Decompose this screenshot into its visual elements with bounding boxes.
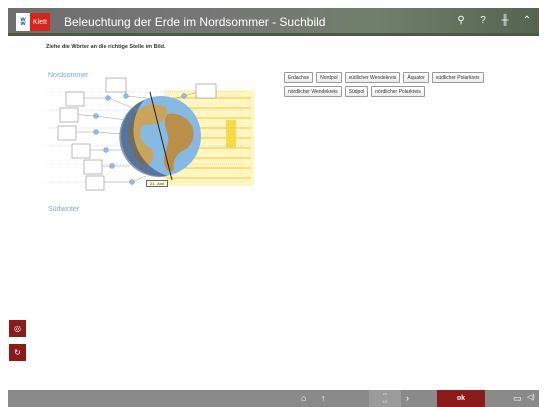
figure-svg [46, 77, 254, 191]
word-suedlicher-wendekreis[interactable]: südlicher Wendekreis [344, 72, 401, 83]
task-instruction: Ziehe die Wörter an die richtige Stelle … [46, 44, 166, 50]
word-erdachse[interactable]: Erdachse [284, 72, 314, 83]
sound-icon[interactable]: ◁) [527, 393, 535, 401]
klett-logo: ʬ Klett [16, 13, 51, 31]
date-label: 21. Juni [146, 180, 169, 187]
pin-icon[interactable]: ╫ [499, 15, 511, 26]
page-number: 1/1 [382, 399, 388, 404]
word-noerdlicher-wendekreis[interactable]: nördlicher Wendekreis [284, 86, 342, 97]
drop-target-7[interactable] [83, 159, 103, 175]
marker-5 [103, 147, 109, 153]
target-icon: ◎ [14, 324, 21, 333]
marker-8 [181, 93, 187, 99]
earth-illumination-figure [46, 70, 258, 216]
home-icon[interactable]: ⌂ [301, 393, 306, 403]
marker-6 [109, 163, 115, 169]
drop-target-8[interactable] [85, 175, 105, 191]
marker-3 [93, 113, 99, 119]
label-suedwinter: Südwinter [48, 206, 80, 213]
help-icon[interactable]: ? [477, 15, 489, 26]
sun-label-box [226, 120, 236, 148]
drop-target-2[interactable] [65, 91, 85, 107]
next-arrow-icon[interactable]: › [406, 393, 409, 403]
label-nordsommer: Nordsommer [48, 72, 89, 79]
up-arrow-icon[interactable]: ↑ [321, 393, 326, 403]
reset-button[interactable]: ↻ [9, 344, 26, 361]
page-title: Beleuchtung der Erde im Nordsommer - Suc… [64, 15, 326, 29]
logo-brand: Klett [30, 13, 51, 31]
ok-button[interactable]: ok [437, 390, 485, 407]
word-suedpol[interactable]: Südpol [344, 86, 369, 97]
bottom-toolbar: ⌂ ↑ ••• 1/1 › ok ▭ ◁) [8, 390, 539, 407]
page-indicator[interactable]: ••• 1/1 [369, 390, 401, 407]
word-nordpol[interactable]: Nordpol [316, 72, 342, 83]
search-icon[interactable]: ⚲ [455, 15, 467, 26]
title-bar: ʬ Klett Beleuchtung der Erde im Nordsomm… [8, 8, 539, 36]
marker-1 [123, 93, 129, 99]
header-tools: ⚲ ? ╫ ⌃ [455, 15, 533, 26]
word-noerdlicher-polarkreis[interactable]: nördlicher Polarkreis [371, 86, 425, 97]
header-strip [8, 33, 539, 36]
drop-target-6[interactable] [71, 143, 91, 159]
drop-target-1[interactable] [105, 77, 127, 93]
drop-target-4[interactable] [59, 107, 79, 123]
marker-7 [129, 179, 135, 185]
reload-icon: ↻ [14, 348, 21, 357]
marker-2 [105, 95, 111, 101]
drop-target-5[interactable] [57, 125, 77, 141]
app-frame: ʬ Klett Beleuchtung der Erde im Nordsomm… [0, 0, 547, 407]
word-aequator[interactable]: Äquator [403, 72, 429, 83]
logo-mark: ʬ [16, 13, 30, 31]
marker-4 [93, 129, 99, 135]
drop-target-3[interactable] [195, 83, 217, 99]
settings-button[interactable]: ◎ [9, 320, 26, 337]
page-dots: ••• [382, 391, 388, 396]
fullscreen-icon[interactable]: ▭ [513, 393, 522, 404]
collapse-icon[interactable]: ⌃ [521, 15, 533, 26]
word-bank: Erdachse Nordpol südlicher Wendekreis Äq… [284, 72, 524, 97]
word-suedlicher-polarkreis[interactable]: südlicher Polarkreis [431, 72, 484, 83]
